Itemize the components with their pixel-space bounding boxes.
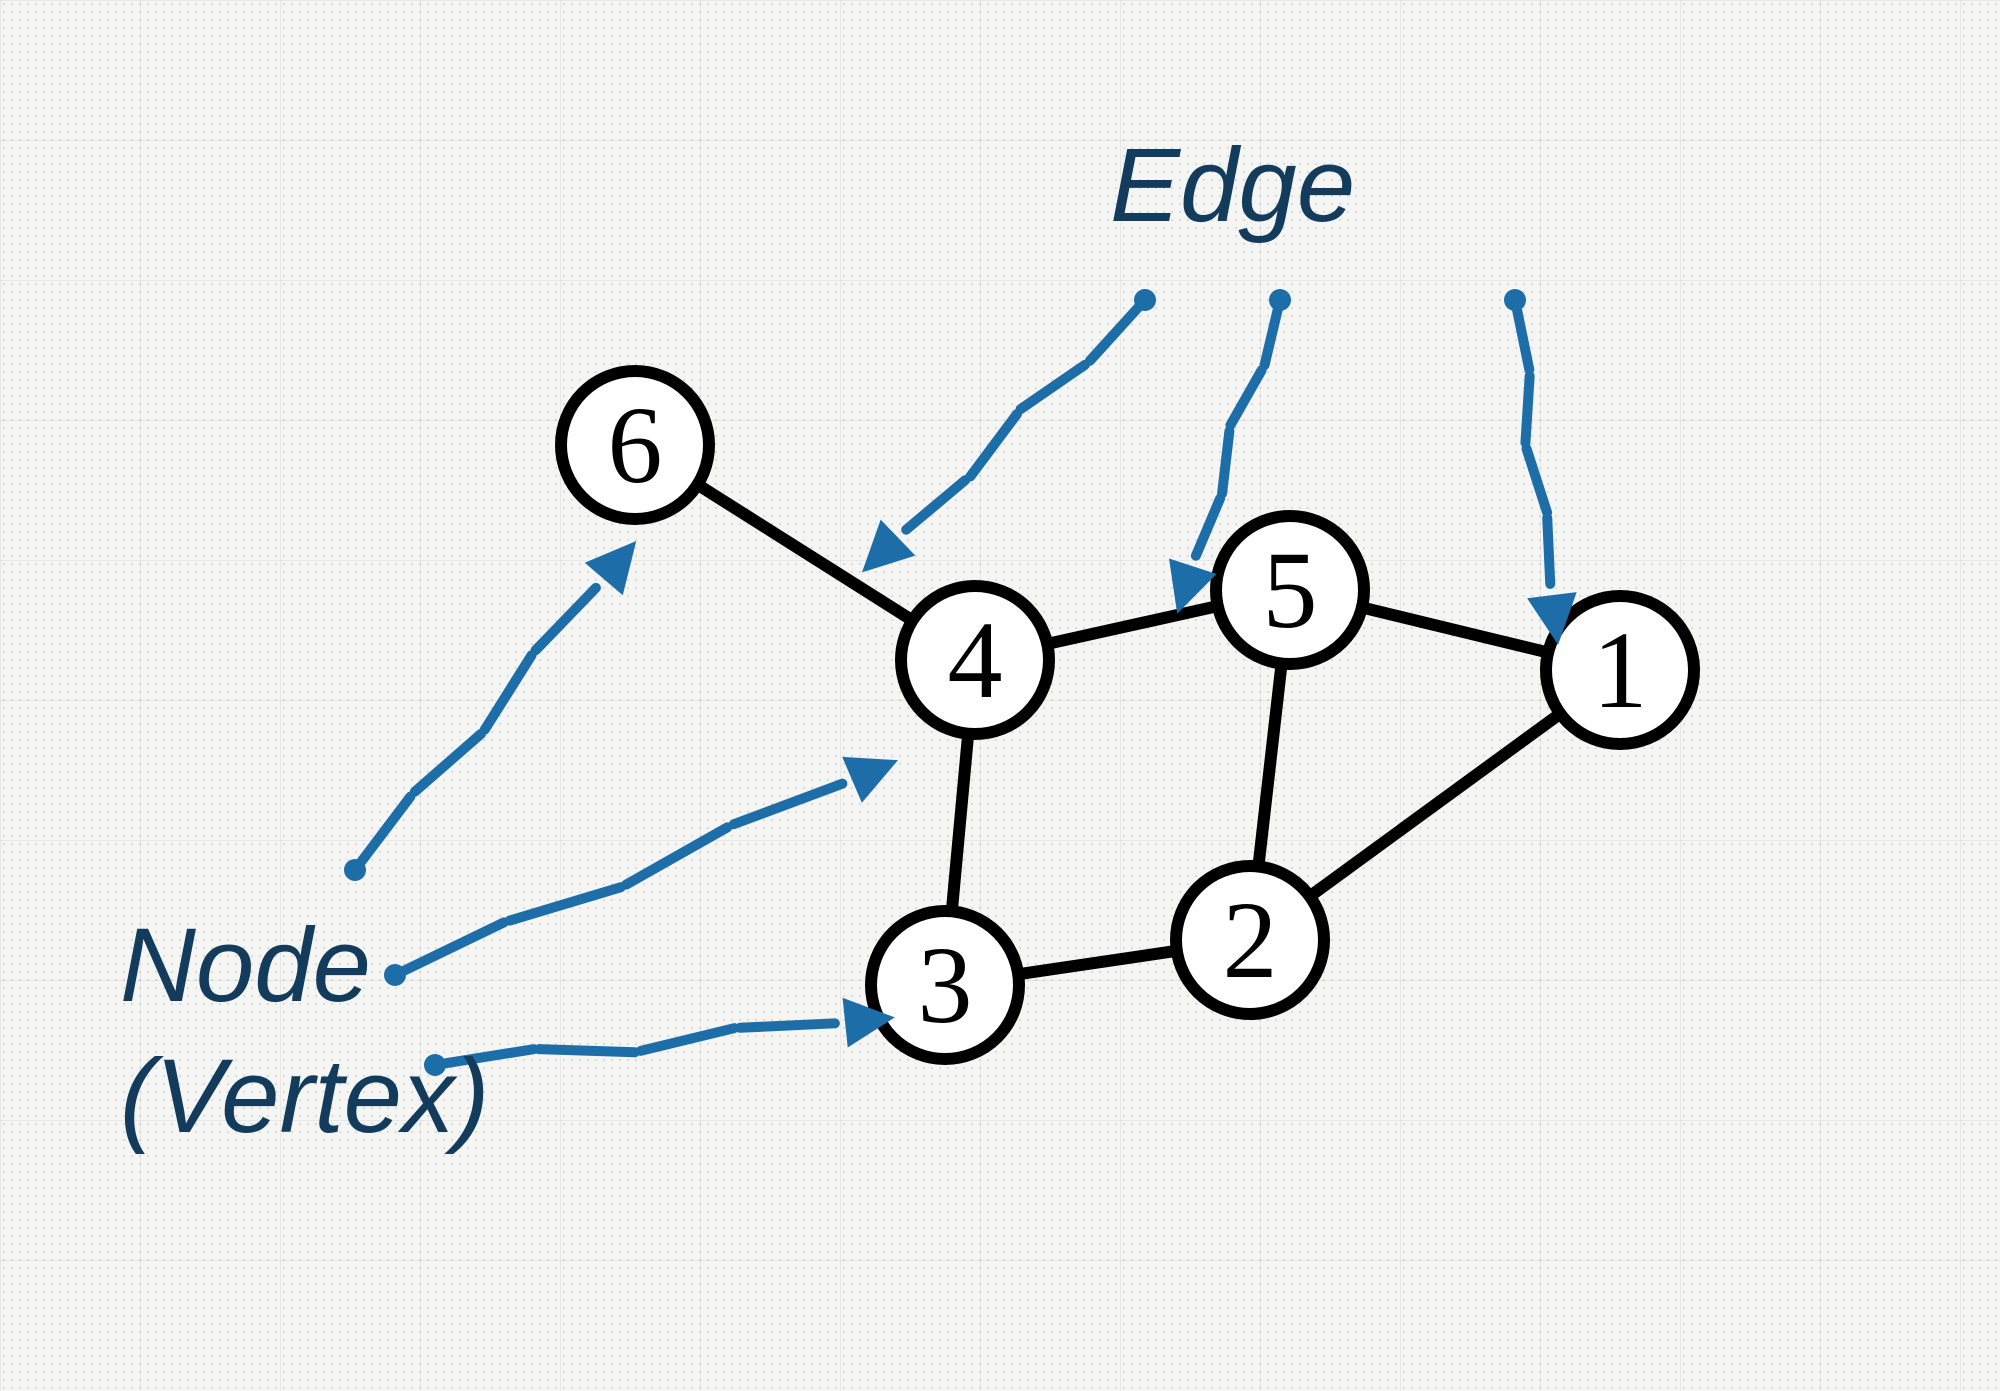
node-annotation-arrow-2-segment — [635, 1023, 740, 1058]
node-vertex-label: Node (Vertex) — [120, 900, 490, 1163]
graph-node-label: 6 — [608, 390, 663, 500]
node-annotation-arrow-2-segment — [734, 1018, 839, 1033]
node-annotation-arrow-1-segment — [727, 778, 848, 831]
edge-annotation-arrow-1-segment — [1259, 299, 1285, 371]
node-annotation-arrow-0-segment — [351, 789, 418, 873]
diagram-canvas: Edge Node (Vertex) 1 2 3 4 5 6 — [0, 0, 2000, 1391]
edge-annotation-arrow-2-segment — [1510, 299, 1535, 376]
graph-node-2: 2 — [1170, 860, 1330, 1020]
graph-node-4: 4 — [895, 580, 1055, 740]
node-label-line2: (Vertex) — [120, 1031, 490, 1162]
node-annotation-arrow-0-segment — [408, 727, 489, 799]
edge-label: Edge — [1110, 120, 1355, 251]
edge-annotation-arrow-2-segment — [1542, 513, 1555, 589]
node-annotation-arrow-0-segment — [529, 580, 604, 657]
edge-annotation-arrow-0-segment — [963, 407, 1024, 484]
graph-node-label: 1 — [1593, 615, 1648, 725]
edge-annotation-arrow-1-segment — [1217, 425, 1235, 499]
node-annotation-arrow-1-segment — [620, 820, 735, 891]
graph-node-label: 3 — [918, 930, 973, 1040]
edge-annotation-arrow-0-segment — [899, 473, 972, 537]
graph-node-label: 2 — [1223, 885, 1278, 995]
edge-annotation-arrow-2-segment — [1520, 442, 1553, 518]
node-annotation-arrow-2-segment — [534, 1044, 640, 1057]
graph-node-6: 6 — [555, 365, 715, 525]
edge-annotation-arrow-0-segment — [1083, 297, 1149, 368]
node-annotation-arrow-1-segment — [503, 881, 627, 927]
graph-node-label: 5 — [1263, 535, 1318, 645]
node-label-line1: Node — [120, 900, 490, 1031]
edge-annotation-arrow-2-segment — [1520, 370, 1535, 448]
graph-node-label: 4 — [948, 605, 1003, 715]
edge-annotation-arrow-0-segment — [1013, 358, 1091, 416]
node-annotation-arrow-0-segment — [478, 648, 539, 736]
graph-node-5: 5 — [1210, 510, 1370, 670]
edge-annotation-arrow-1-segment — [1224, 363, 1269, 431]
